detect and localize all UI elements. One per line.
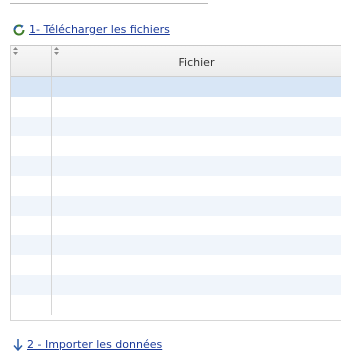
table-row[interactable] xyxy=(11,136,341,157)
row-select-cell[interactable] xyxy=(11,156,52,176)
row-select-cell[interactable] xyxy=(11,96,52,117)
grid-header: Fichier xyxy=(11,46,341,77)
row-select-cell[interactable] xyxy=(11,77,52,97)
refresh-icon xyxy=(13,24,25,36)
sort-icon xyxy=(54,47,59,55)
row-select-cell[interactable] xyxy=(11,195,52,216)
top-divider xyxy=(10,3,208,4)
row-fichier-cell[interactable] xyxy=(52,235,341,255)
grid-body xyxy=(11,77,341,315)
row-fichier-cell[interactable] xyxy=(52,216,341,236)
row-fichier-cell[interactable] xyxy=(52,117,341,137)
table-row[interactable] xyxy=(11,294,341,315)
row-select-cell[interactable] xyxy=(11,255,52,275)
table-row[interactable] xyxy=(11,235,341,256)
row-fichier-cell[interactable] xyxy=(52,136,341,156)
download-files-label: 1- Télécharger les fichiers xyxy=(29,23,170,36)
row-select-cell[interactable] xyxy=(11,235,52,256)
arrow-down-icon xyxy=(13,338,23,351)
row-fichier-cell[interactable] xyxy=(52,97,341,117)
import-data-label: 2 - Importer les données xyxy=(27,338,163,351)
table-row[interactable] xyxy=(11,195,341,216)
row-select-cell[interactable] xyxy=(11,215,52,236)
row-fichier-cell[interactable] xyxy=(52,275,341,295)
row-fichier-cell[interactable] xyxy=(52,176,341,196)
table-row[interactable] xyxy=(11,77,341,97)
row-select-cell[interactable] xyxy=(11,175,52,196)
column-header-fichier[interactable]: Fichier xyxy=(52,46,341,76)
import-data-link[interactable]: 2 - Importer les données xyxy=(13,338,162,351)
sort-icon xyxy=(13,47,18,55)
row-select-cell[interactable] xyxy=(11,294,52,315)
row-fichier-cell[interactable] xyxy=(52,156,341,176)
row-fichier-cell[interactable] xyxy=(52,77,341,97)
table-row[interactable] xyxy=(11,116,341,137)
row-fichier-cell[interactable] xyxy=(52,295,341,315)
column-header-fichier-label: Fichier xyxy=(178,55,215,69)
row-select-cell[interactable] xyxy=(11,136,52,157)
row-select-cell[interactable] xyxy=(11,274,52,295)
row-select-cell[interactable] xyxy=(11,116,52,137)
files-grid: Fichier xyxy=(10,45,341,321)
column-header-select[interactable] xyxy=(11,46,52,76)
download-files-link[interactable]: 1- Télécharger les fichiers xyxy=(13,23,170,36)
row-fichier-cell[interactable] xyxy=(52,196,341,216)
table-row[interactable] xyxy=(11,274,341,295)
table-row[interactable] xyxy=(11,96,341,117)
row-fichier-cell[interactable] xyxy=(52,255,341,275)
table-row[interactable] xyxy=(11,156,341,176)
table-row[interactable] xyxy=(11,255,341,275)
table-row[interactable] xyxy=(11,215,341,236)
table-row[interactable] xyxy=(11,175,341,196)
